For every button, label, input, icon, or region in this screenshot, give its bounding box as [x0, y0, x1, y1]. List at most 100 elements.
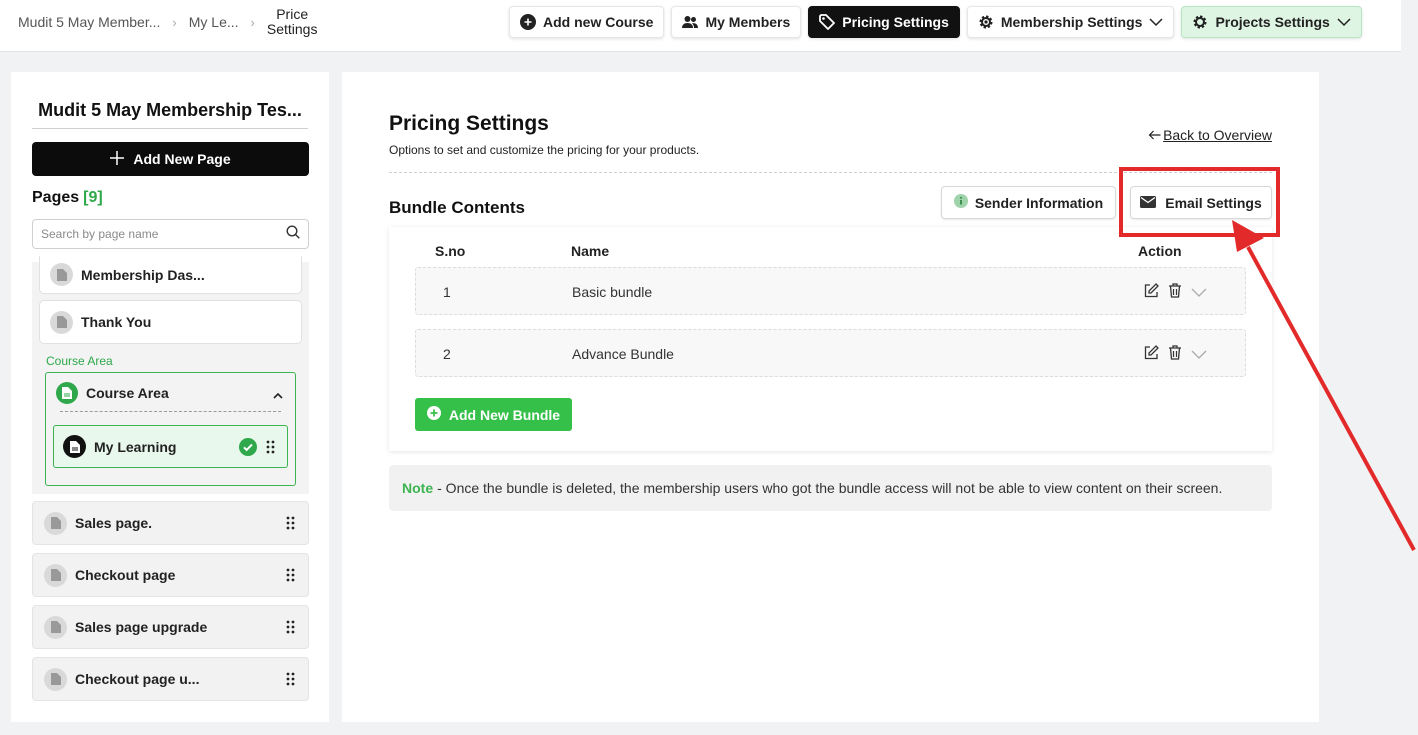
page-search: [32, 219, 309, 249]
document-icon: [44, 511, 67, 535]
top-nav: Add new Course My Members Pricing Settin…: [509, 6, 1362, 38]
add-new-bundle-label: Add New Bundle: [448, 406, 561, 423]
divider: [60, 411, 281, 412]
chevron-down-icon[interactable]: [1191, 346, 1207, 364]
sidebar-title: Mudit 5 May Membership Tes...: [32, 100, 308, 129]
course-area-title: Course Area: [86, 385, 169, 401]
sidebar-item-label: Checkout page: [75, 567, 176, 583]
breadcrumb-separator: ›: [172, 14, 177, 30]
breadcrumb-current-line2: Settings: [266, 21, 318, 37]
sidebar-item-label: Sales page upgrade: [75, 619, 208, 635]
back-to-overview-label: Back to Overview: [1163, 127, 1272, 143]
bundle-table: S.no Name Action 1 Basic bundle 2 Advanc…: [389, 227, 1272, 451]
trash-icon[interactable]: [1168, 283, 1182, 303]
sidebar-item-thank-you[interactable]: Thank You: [39, 300, 302, 344]
note-text: - Once the bundle is deleted, the member…: [437, 480, 1223, 496]
row-name: Basic bundle: [572, 284, 653, 300]
gear-icon: [978, 14, 994, 30]
back-to-overview-link[interactable]: Back to Overview: [1148, 127, 1272, 143]
row-actions: [1144, 345, 1207, 365]
document-icon: [56, 382, 78, 404]
pricing-settings-label: Pricing Settings: [842, 14, 949, 30]
note-label: Note: [402, 480, 434, 496]
drag-handle-icon[interactable]: [286, 620, 295, 637]
my-members-label: My Members: [705, 14, 791, 30]
chevron-down-icon[interactable]: [1191, 284, 1207, 302]
course-area-label: Course Area: [46, 354, 113, 368]
add-new-bundle-button[interactable]: Add New Bundle: [415, 398, 572, 431]
pages-count: [9]: [83, 189, 103, 206]
page-group: Membership Das... Thank You Course Area …: [32, 256, 309, 494]
column-header-action: Action: [1138, 243, 1182, 259]
tag-icon: [819, 14, 836, 30]
row-name: Advance Bundle: [572, 346, 674, 362]
sidebar: Mudit 5 May Membership Tes... Add New Pa…: [11, 72, 329, 722]
breadcrumb: Mudit 5 May Member... › My Le... › Price…: [18, 0, 317, 44]
document-icon: [44, 615, 67, 639]
document-icon: [50, 263, 73, 286]
plus-icon: [110, 150, 125, 168]
column-header-sno: S.no: [435, 243, 466, 259]
add-new-page-button[interactable]: Add New Page: [32, 142, 309, 176]
drag-handle-icon[interactable]: [286, 568, 295, 585]
trash-icon[interactable]: [1168, 345, 1182, 365]
breadcrumb-current: Price Settings: [267, 7, 318, 37]
row-sno: 1: [443, 284, 451, 300]
sidebar-item-membership-dashboard[interactable]: Membership Das...: [39, 256, 302, 294]
add-new-course-button[interactable]: Add new Course: [509, 6, 665, 38]
page-title: Pricing Settings: [389, 112, 549, 135]
sender-information-label: Sender Information: [974, 194, 1104, 211]
add-new-course-label: Add new Course: [543, 14, 654, 30]
sidebar-item-label: My Learning: [94, 438, 177, 455]
membership-settings-button[interactable]: Membership Settings: [966, 6, 1175, 38]
sidebar-item-label: Checkout page u...: [75, 671, 200, 687]
note-banner: Note - Once the bundle is deleted, the m…: [389, 465, 1272, 511]
bundle-contents-heading: Bundle Contents: [389, 198, 525, 217]
arrow-left-icon: [1148, 127, 1161, 143]
projects-settings-button[interactable]: Projects Settings: [1181, 6, 1362, 38]
plus-circle-icon: [520, 14, 536, 30]
sidebar-item-label: Membership Das...: [81, 266, 205, 283]
drag-handle-icon[interactable]: [286, 672, 295, 689]
row-sno: 2: [443, 346, 451, 362]
chevron-down-icon: [1337, 17, 1351, 27]
users-icon: [682, 15, 699, 29]
sidebar-item-checkout-page[interactable]: Checkout page: [32, 553, 309, 597]
course-area-header[interactable]: Course Area: [56, 382, 169, 404]
page-subtitle: Options to set and customize the pricing…: [389, 143, 700, 157]
sidebar-item-sales-page[interactable]: Sales page.: [32, 501, 309, 545]
document-icon: [63, 435, 86, 458]
sidebar-item-checkout-page-upgrade[interactable]: Checkout page u...: [32, 657, 309, 701]
search-icon[interactable]: [286, 224, 300, 244]
item-controls: [239, 438, 275, 459]
info-icon: [953, 194, 968, 211]
plus-circle-icon: [426, 406, 441, 423]
column-header-name: Name: [571, 243, 610, 259]
membership-settings-label: Membership Settings: [1000, 14, 1143, 30]
my-members-button[interactable]: My Members: [671, 6, 802, 38]
breadcrumb-separator: ›: [250, 14, 255, 30]
drag-handle-icon[interactable]: [286, 516, 295, 533]
drag-handle-icon[interactable]: [266, 440, 275, 457]
table-row: 1 Basic bundle: [415, 267, 1246, 315]
page-search-input[interactable]: [41, 227, 286, 241]
edit-icon[interactable]: [1144, 283, 1159, 303]
chevron-down-icon: [1149, 17, 1163, 27]
breadcrumb-item-my-learning[interactable]: My Le...: [189, 14, 239, 30]
chevron-up-icon[interactable]: [273, 386, 283, 404]
add-new-page-label: Add New Page: [133, 151, 231, 167]
sidebar-item-my-learning[interactable]: My Learning: [53, 425, 288, 468]
edit-icon[interactable]: [1144, 345, 1159, 365]
document-icon: [50, 310, 73, 334]
sender-information-button[interactable]: Sender Information: [941, 186, 1116, 219]
pricing-settings-button[interactable]: Pricing Settings: [808, 6, 960, 38]
document-icon: [44, 563, 67, 587]
sidebar-item-label: Thank You: [81, 314, 152, 330]
top-bar: Mudit 5 May Member... › My Le... › Price…: [0, 0, 1401, 52]
breadcrumb-item-membership[interactable]: Mudit 5 May Member...: [18, 14, 160, 30]
sidebar-item-sales-page-upgrade[interactable]: Sales page upgrade: [32, 605, 309, 649]
projects-settings-label: Projects Settings: [1215, 14, 1330, 30]
annotation-highlight-box: [1119, 167, 1280, 237]
pages-label: Pages: [32, 189, 80, 206]
sidebar-item-label: Sales page.: [75, 515, 153, 531]
